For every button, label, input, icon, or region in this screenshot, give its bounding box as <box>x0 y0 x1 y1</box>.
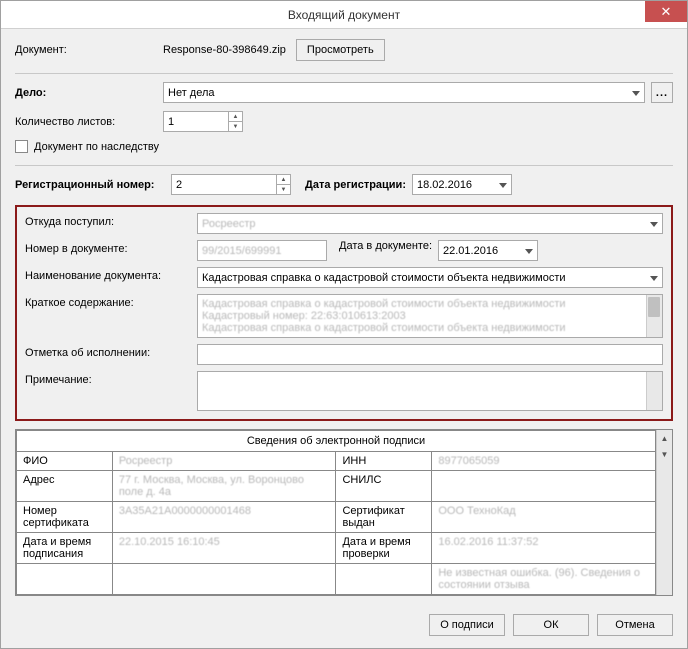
signature-table-wrap: Сведения об электронной подписи ФИО Роср… <box>15 429 673 596</box>
scroll-down-icon[interactable]: ▼ <box>657 446 672 462</box>
close-icon[interactable]: ✕ <box>645 1 687 22</box>
inheritance-label: Документ по наследству <box>34 141 159 153</box>
table-row: Адрес 77 г. Москва, Москва, ул. Воронцов… <box>17 471 656 502</box>
docdate-input[interactable]: 22.01.2016 <box>438 240 538 261</box>
dialog-footer: О подписи ОК Отмена <box>1 604 687 648</box>
docdate-label: Дата в документе: <box>339 240 432 252</box>
docnum-label: Номер в документе: <box>25 240 197 255</box>
table-row: ФИО Росреестр ИНН 8977065059 <box>17 452 656 471</box>
case-select[interactable]: Нет дела <box>163 82 645 103</box>
signature-table: Сведения об электронной подписи ФИО Роср… <box>16 430 656 595</box>
docname-select[interactable]: Кадастровая справка о кадастровой стоимо… <box>197 267 663 288</box>
titlebar: Входящий документ ✕ <box>1 1 687 29</box>
sheets-label: Количество листов: <box>15 116 163 128</box>
reg-date-input[interactable]: 18.02.2016 <box>412 174 512 195</box>
document-filename: Response-80-398649.zip <box>163 44 286 56</box>
table-scrollbar[interactable]: ▲ ▼ <box>656 430 672 595</box>
reg-date-label: Дата регистрации: <box>305 179 406 191</box>
content-area: Документ: Response-80-398649.zip Просмот… <box>1 29 687 604</box>
scroll-up-icon[interactable]: ▲ <box>657 430 672 446</box>
scrollbar[interactable] <box>646 372 662 410</box>
table-row: Номер сертификата 3A35A21A0000000001468 … <box>17 502 656 533</box>
from-select[interactable]: Росреестр <box>197 213 663 234</box>
note-textarea[interactable] <box>197 371 663 411</box>
spinner-buttons[interactable]: ▲▼ <box>228 112 242 131</box>
note-label: Примечание: <box>25 371 197 386</box>
cancel-button[interactable]: Отмена <box>597 614 673 636</box>
ok-button[interactable]: ОК <box>513 614 589 636</box>
summary-label: Краткое содержание: <box>25 294 197 309</box>
sheets-spinner[interactable]: 1 ▲▼ <box>163 111 243 132</box>
from-label: Откуда поступил: <box>25 213 197 228</box>
case-label: Дело: <box>15 87 163 99</box>
reg-num-label: Регистрационный номер: <box>15 179 171 191</box>
window-title: Входящий документ <box>1 8 687 22</box>
table-row: Не известная ошибка. (96). Сведения о со… <box>17 564 656 595</box>
details-panel: Откуда поступил: Росреестр Номер в докум… <box>15 205 673 421</box>
exec-label: Отметка об исполнении: <box>25 344 197 359</box>
reg-num-spinner[interactable]: 2 ▲▼ <box>171 174 291 195</box>
exec-input[interactable] <box>197 344 663 365</box>
docname-label: Наименование документа: <box>25 267 197 282</box>
case-browse-button[interactable]: ... <box>651 82 673 103</box>
table-row: Дата и время подписания 22.10.2015 16:10… <box>17 533 656 564</box>
summary-textarea[interactable]: Кадастровая справка о кадастровой стоимо… <box>197 294 663 338</box>
signature-title: Сведения об электронной подписи <box>17 431 656 452</box>
about-signature-button[interactable]: О подписи <box>429 614 505 636</box>
scrollbar[interactable] <box>646 295 662 337</box>
docnum-input[interactable]: 99/2015/699991 <box>197 240 327 261</box>
view-button[interactable]: Просмотреть <box>296 39 385 61</box>
spinner-buttons[interactable]: ▲▼ <box>276 175 290 194</box>
inheritance-checkbox[interactable] <box>15 140 28 153</box>
dialog-window: Входящий документ ✕ Документ: Response-8… <box>0 0 688 649</box>
document-label: Документ: <box>15 44 163 56</box>
